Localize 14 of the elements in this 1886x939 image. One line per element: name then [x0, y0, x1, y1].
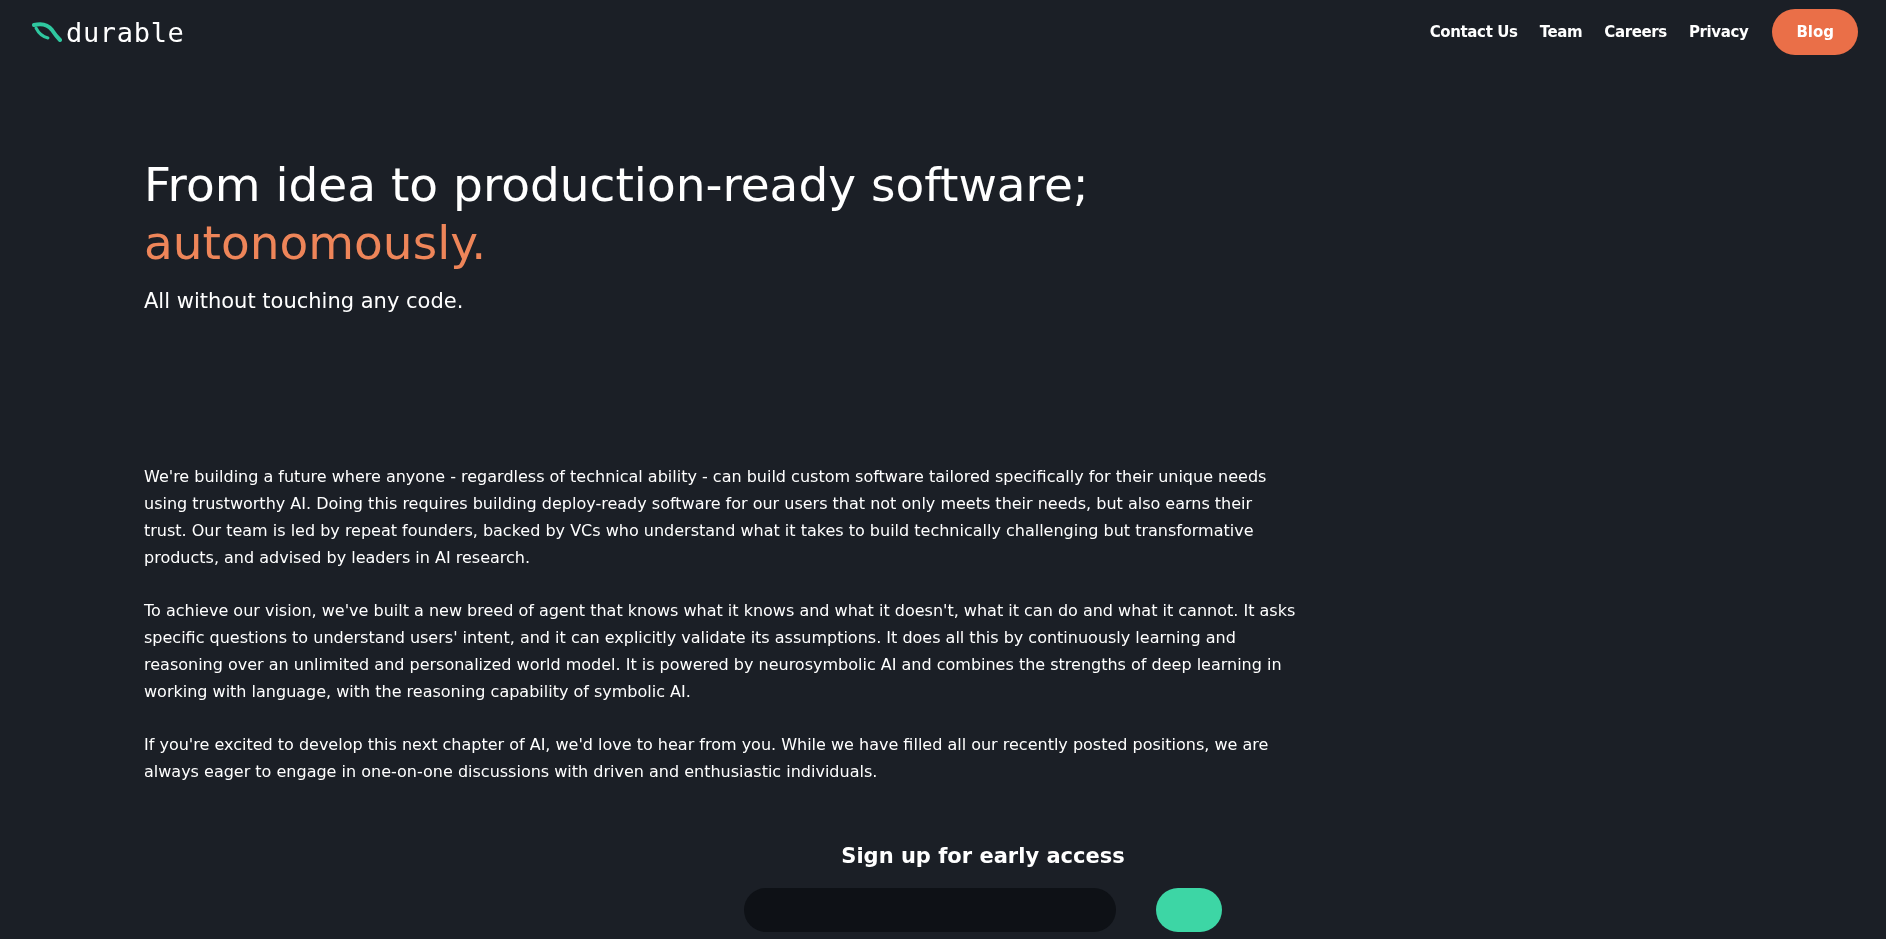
logo-icon — [32, 22, 62, 42]
headline: From idea to production-ready software; — [144, 156, 1090, 214]
subtitle: All without touching any code. — [144, 288, 465, 315]
body-paragraph: We're building a future where anyone - regardless of technical ability - can build custom software tailored specifically for their unique needs using trustworthy AI. Doing this requires building deploy-ready software for our users that not only meets their needs, but also earns their trust. Our team is led by repeat founders, backed by VCs who understand what it takes to build technically challenging but transformative products, and advised by leaders in AI research. — [144, 465, 1268, 569]
nav-link[interactable]: Careers — [1604, 20, 1667, 44]
signup-title: Sign up for early access — [841, 842, 1125, 870]
nav-link[interactable]: Privacy — [1688, 20, 1749, 44]
submit-button[interactable] — [1156, 888, 1222, 932]
headline-highlight: autonomously. — [144, 214, 488, 272]
nav-link[interactable]: Contact Us — [1429, 20, 1518, 44]
nav-link[interactable]: Team — [1539, 20, 1583, 44]
logo-text: durable — [66, 18, 185, 46]
body-paragraph: If you're excited to develop this next chapter of AI, we'd love to hear from you. While we have filled all our recently posted positions, we are always eager to engage in one-on-one discussions with driven and enthusiastic individuals. — [144, 733, 1270, 783]
body-paragraph: To achieve our vision, we've built a new breed of agent that knows what it knows and what it doesn't, what it can do and what it cannot. It asks specific questions to understand users' intent, and it can explicitly validate its assumptions. It does all this by continuously learning and reasoning over an unlimited and personalized world model. It is powered by neurosymbolic AI and combines the strengths of deep learning in working with language, with the reasoning capability of symbolic AI. — [144, 599, 1296, 703]
